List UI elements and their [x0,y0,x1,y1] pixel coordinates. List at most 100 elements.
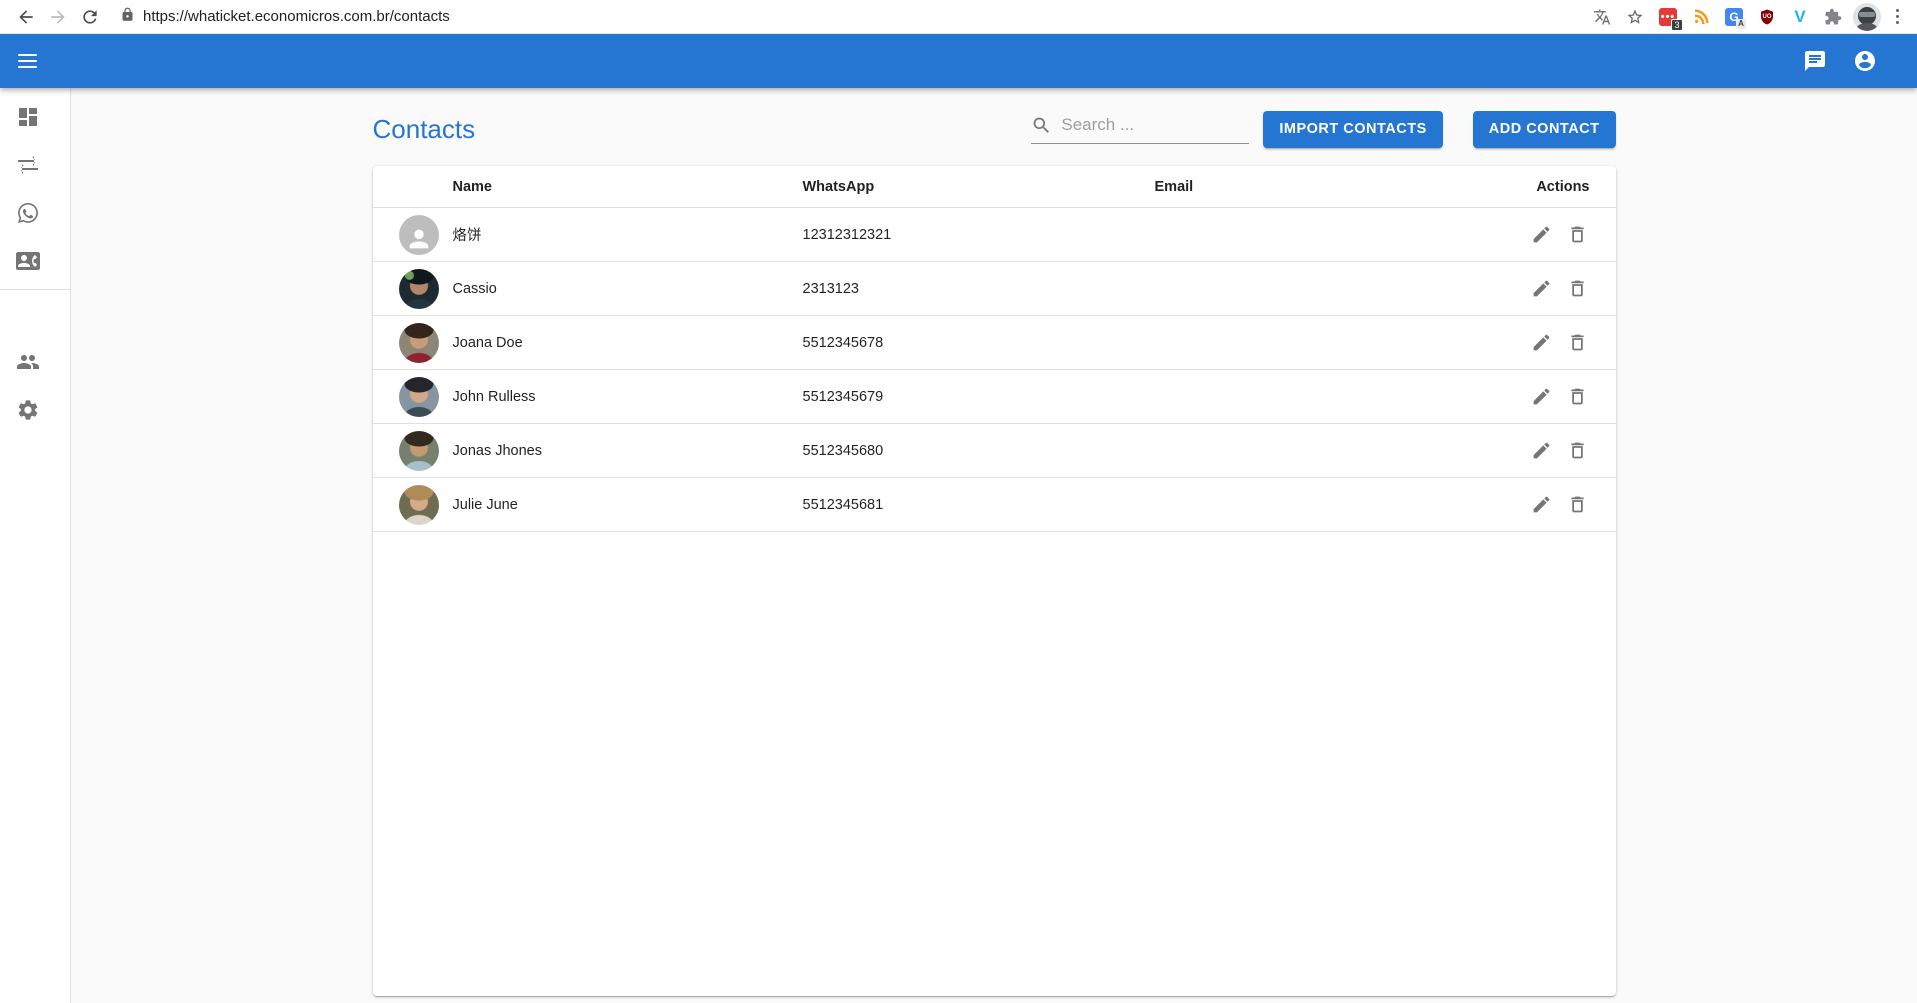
column-header-email: Email [1155,179,1512,195]
column-header-actions: Actions [1512,179,1590,195]
main-content: Contacts IMPORT CONTACTS ADD CONTACT Nam… [71,88,1917,1003]
table-row: Cassio 2313123 [373,262,1616,316]
extension-red-icon[interactable]: ••• 3 [1655,4,1681,30]
browser-back-button[interactable] [10,3,42,31]
pencil-icon [1531,332,1552,353]
sidebar-item-settings[interactable] [0,386,70,434]
address-bar[interactable]: https://whaticket.economicros.com.br/con… [120,7,1589,27]
edit-contact-button[interactable] [1530,493,1554,517]
contact-name: Julie June [453,497,803,513]
edit-contact-button[interactable] [1530,277,1554,301]
google-translate-extension-icon[interactable]: GA [1721,4,1747,30]
sidebar-item-dashboard[interactable] [0,93,70,141]
chat-icon [1803,49,1827,73]
chat-button[interactable] [1801,47,1829,75]
sidebar-divider [0,289,70,290]
avatar [399,269,439,309]
pencil-icon [1531,494,1552,515]
edit-contact-button[interactable] [1530,385,1554,409]
trash-icon [1567,332,1588,353]
delete-contact-button[interactable] [1566,385,1590,409]
people-icon [16,350,40,374]
column-header-name: Name [453,179,803,195]
puzzle-extensions-icon[interactable] [1820,4,1846,30]
column-header-whatsapp: WhatsApp [803,179,1155,195]
contact-whatsapp: 5512345679 [803,389,1155,405]
rss-icon[interactable] [1688,4,1714,30]
table-row: Julie June 5512345681 [373,478,1616,532]
trash-icon [1567,278,1588,299]
sidebar-item-connections[interactable] [0,141,70,189]
padlock-icon [120,7,135,27]
sidebar [0,88,71,1003]
menu-hamburger-button[interactable] [18,47,46,75]
table-row: 烙饼 12312312321 [373,208,1616,262]
edit-contact-button[interactable] [1530,223,1554,247]
edit-contact-button[interactable] [1530,331,1554,355]
import-contacts-button[interactable]: IMPORT CONTACTS [1263,111,1442,148]
forward-arrow-icon [48,7,68,27]
gear-icon [16,398,40,422]
search-box [1031,115,1249,144]
browser-forward-button[interactable] [42,3,74,31]
browser-menu-icon[interactable] [1888,5,1907,28]
search-input[interactable] [1061,115,1249,135]
table-row: Joana Doe 5512345678 [373,316,1616,370]
table-row: Jonas Jhones 5512345680 [373,424,1616,478]
pencil-icon [1531,440,1552,461]
contact-whatsapp: 12312312321 [803,227,1155,243]
avatar [399,215,439,255]
avatar [399,377,439,417]
contact-name: 烙饼 [453,224,803,245]
contact-phone-icon [16,249,40,273]
account-circle-icon [1853,49,1877,73]
back-arrow-icon [16,7,36,27]
vimeo-icon[interactable]: V [1787,4,1813,30]
avatar [399,431,439,471]
contact-name: Jonas Jhones [453,443,803,459]
contact-whatsapp: 5512345680 [803,443,1155,459]
extension-badge: 3 [1671,19,1683,31]
browser-actions: ••• 3 GA UO V [1589,3,1907,31]
dashboard-icon [16,105,40,129]
pencil-icon [1531,386,1552,407]
edit-contact-button[interactable] [1530,439,1554,463]
app-bar [0,34,1917,88]
pencil-icon [1531,278,1552,299]
delete-contact-button[interactable] [1566,493,1590,517]
delete-contact-button[interactable] [1566,223,1590,247]
sidebar-item-contacts[interactable] [0,237,70,285]
reload-icon [80,7,100,27]
search-icon [1031,115,1052,136]
browser-reload-button[interactable] [74,3,106,31]
add-contact-button[interactable]: ADD CONTACT [1473,111,1616,148]
person-placeholder-icon [405,225,433,253]
trash-icon [1567,494,1588,515]
pencil-icon [1531,224,1552,245]
swap-arrows-icon [16,153,40,177]
contacts-table-card: Name WhatsApp Email Actions 烙饼 123123123… [373,166,1616,996]
browser-toolbar: https://whaticket.economicros.com.br/con… [0,0,1917,34]
page-title: Contacts [373,114,476,145]
trash-icon [1567,440,1588,461]
contact-whatsapp: 2313123 [803,281,1155,297]
sidebar-item-users[interactable] [0,338,70,386]
table-header-row: Name WhatsApp Email Actions [373,166,1616,208]
ublock-shield-icon[interactable]: UO [1754,4,1780,30]
delete-contact-button[interactable] [1566,277,1590,301]
contact-whatsapp: 5512345678 [803,335,1155,351]
table-row: John Rulless 5512345679 [373,370,1616,424]
url-text[interactable]: https://whaticket.economicros.com.br/con… [143,8,450,25]
browser-profile-avatar[interactable] [1853,3,1881,31]
contact-name: John Rulless [453,389,803,405]
avatar [399,485,439,525]
bookmark-star-icon[interactable] [1622,4,1648,30]
sidebar-item-tickets[interactable] [0,189,70,237]
avatar [399,323,439,363]
translate-icon[interactable] [1589,4,1615,30]
delete-contact-button[interactable] [1566,439,1590,463]
account-button[interactable] [1851,47,1879,75]
delete-contact-button[interactable] [1566,331,1590,355]
whatsapp-icon [16,201,40,225]
trash-icon [1567,386,1588,407]
